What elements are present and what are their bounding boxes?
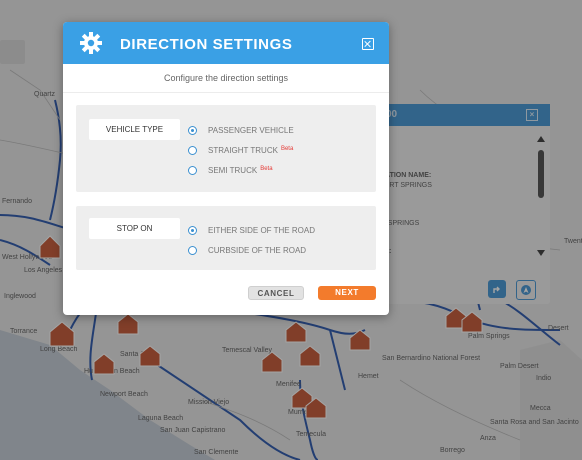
radio-semi-truck[interactable]	[188, 166, 197, 175]
dialog-subtitle: Configure the direction settings	[63, 64, 389, 93]
option-label: CURBSIDE OF THE ROAD	[208, 246, 307, 255]
vehicle-type-label: VEHICLE TYPE	[89, 119, 180, 140]
radio-either-side[interactable]	[188, 226, 197, 235]
dialog-header: DIRECTION SETTINGS	[63, 22, 389, 64]
option-label: STRAIGHT TRUCK	[208, 146, 278, 155]
direction-settings-dialog: DIRECTION SETTINGS Configure the directi…	[63, 22, 389, 315]
radio-curbside[interactable]	[188, 246, 197, 255]
radio-straight-truck[interactable]	[188, 146, 197, 155]
option-label: PASSENGER VEHICLE	[208, 126, 294, 135]
beta-badge: Beta	[280, 146, 294, 152]
vehicle-type-section: VEHICLE TYPE PASSENGER VEHICLE STRAIGHT …	[76, 105, 376, 192]
option-label: EITHER SIDE OF THE ROAD	[208, 226, 315, 235]
radio-passenger-vehicle[interactable]	[188, 126, 197, 135]
next-button[interactable]: NEXT	[318, 286, 376, 300]
close-icon[interactable]	[362, 38, 374, 50]
stop-on-section: STOP ON EITHER SIDE OF THE ROAD CURBSIDE…	[76, 206, 376, 270]
dialog-title: DIRECTION SETTINGS	[120, 36, 293, 53]
option-label: SEMI TRUCK	[208, 166, 258, 175]
beta-badge: Beta	[260, 166, 273, 172]
gear-icon	[80, 32, 102, 54]
stop-on-label: STOP ON	[89, 218, 180, 239]
cancel-button[interactable]: CANCEL	[248, 286, 304, 300]
